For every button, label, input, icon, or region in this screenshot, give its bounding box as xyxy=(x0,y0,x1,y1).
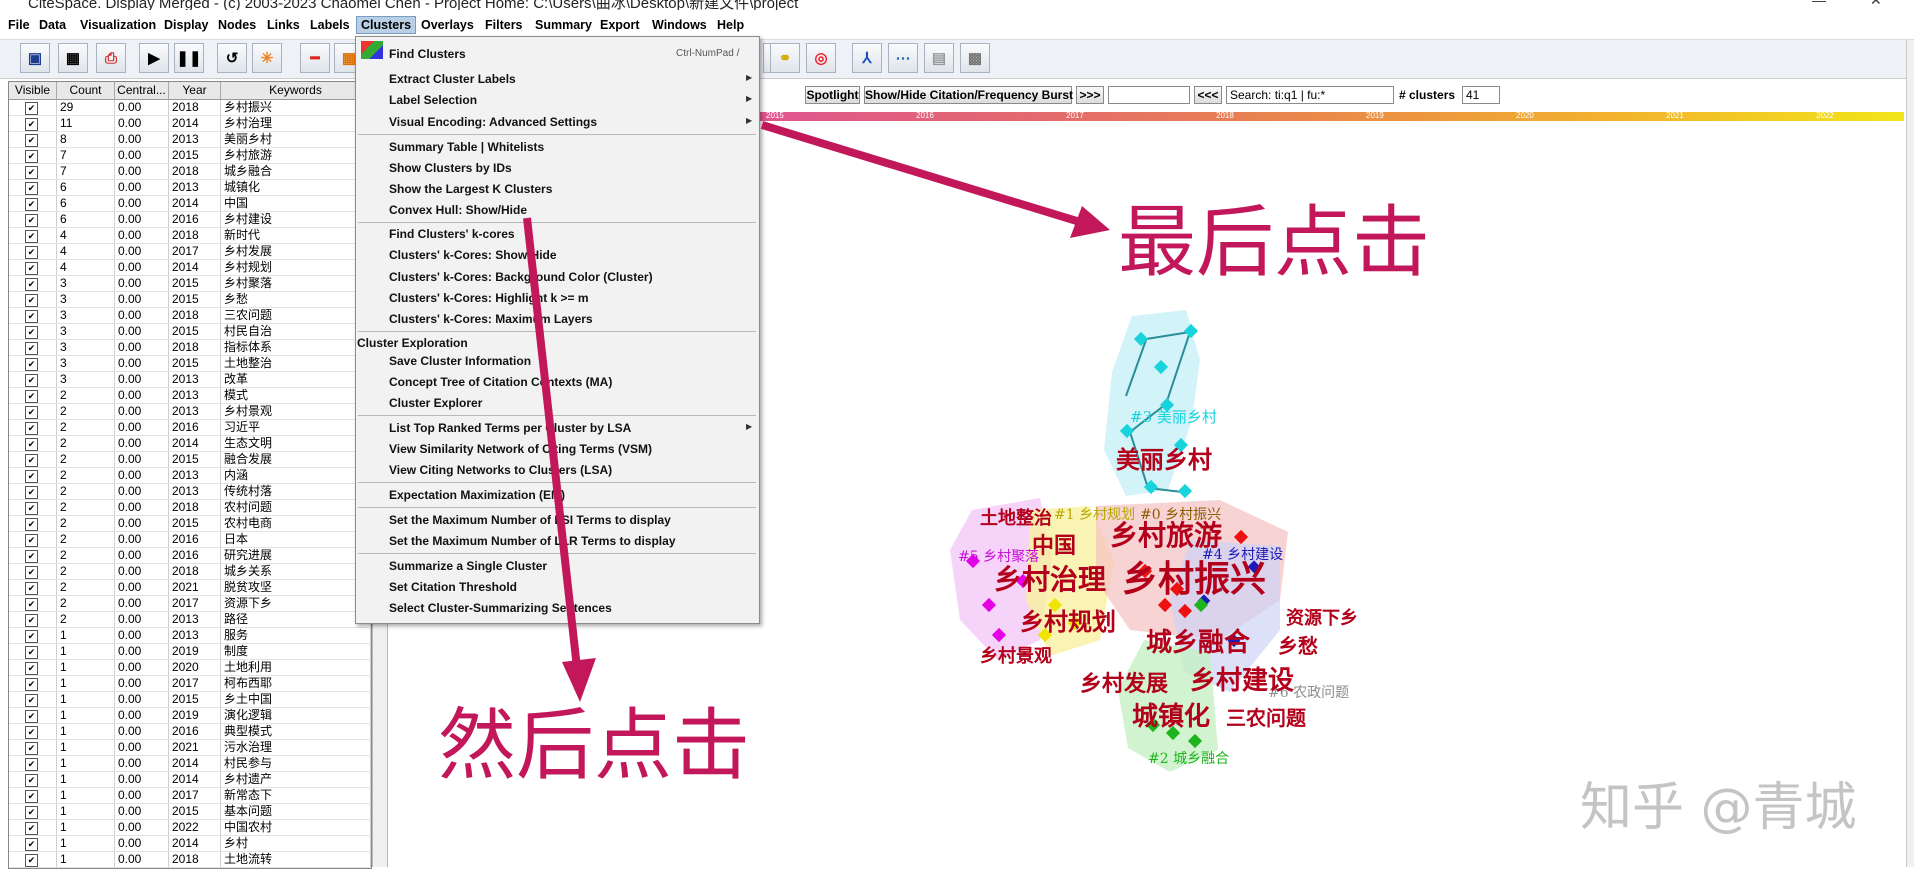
annotation-then-click: 然后点击 xyxy=(438,701,751,791)
arrow-head-icon xyxy=(1070,206,1110,238)
arrow-to-then-click xyxy=(523,217,581,669)
annotation-arrows xyxy=(523,121,1110,702)
annotation-last-click: 最后点击 xyxy=(1118,198,1431,288)
arrow-to-last-click xyxy=(760,121,1082,226)
